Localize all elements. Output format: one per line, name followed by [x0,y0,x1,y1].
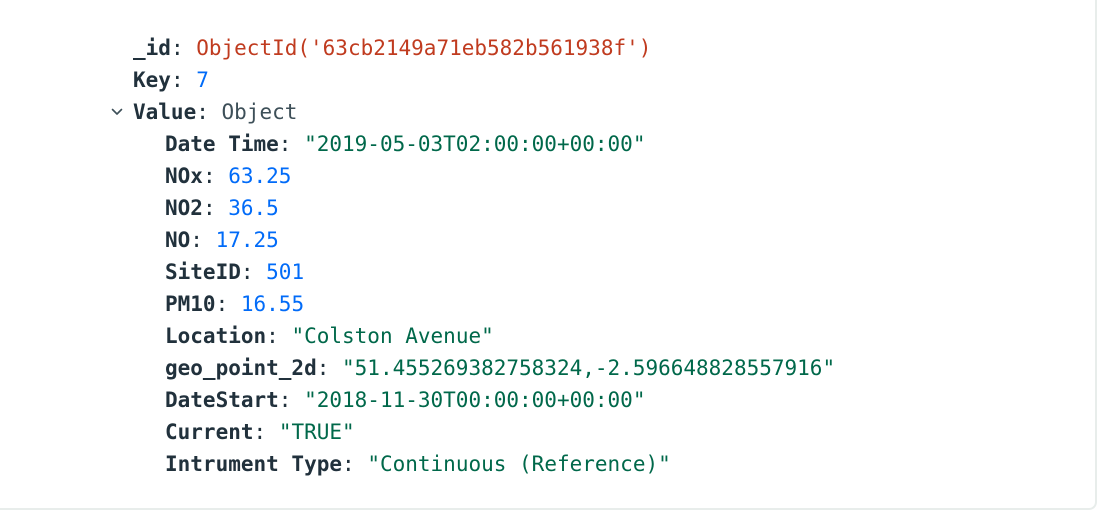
field-value-number: 16.55 [240,292,305,316]
nested-field[interactable]: Current: "TRUE" [0,416,1095,448]
field-value-string: "2018-11-30T00:00:00+00:00" [304,388,646,412]
object-children: Date Time: "2019-05-03T02:00:00+00:00" NO… [0,128,1095,480]
chevron-down-icon[interactable] [108,96,126,128]
nested-field[interactable]: Intrument Type: "Continuous (Reference)" [0,448,1095,480]
nested-field[interactable]: Location: "Colston Avenue" [0,320,1095,352]
field-key: geo_point_2d [165,356,317,380]
field-key: SiteID [165,260,241,284]
document-fields: _id: ObjectId('63cb2149a71eb582b561938f'… [0,32,1095,480]
nested-field[interactable]: NOx: 63.25 [0,160,1095,192]
field-key: DateStart [165,388,279,412]
field-key: NO [165,228,191,252]
field-value-number: 36.5 [228,196,279,220]
field-key: NO2 [165,196,203,220]
field-id[interactable]: _id: ObjectId('63cb2149a71eb582b561938f'… [0,32,1095,64]
field-value-number: 7 [196,68,209,92]
field-key: Intrument Type [165,452,343,476]
field-key: Date Time [165,132,279,156]
field-value-number: 63.25 [228,164,292,188]
nested-field[interactable]: NO: 17.25 [0,224,1095,256]
nested-field[interactable]: SiteID: 501 [0,256,1095,288]
nested-field[interactable]: NO2: 36.5 [0,192,1095,224]
field-value-number: 17.25 [215,228,279,252]
field-type-label: Object [221,100,298,124]
field-key: Location [165,324,267,348]
field-value-object[interactable]: Value: Object [0,96,1095,128]
field-value-number: 501 [266,260,305,284]
field-key-row[interactable]: Key: 7 [0,64,1095,96]
field-key: PM10 [165,292,216,316]
field-value-string: "51.455269382758324,-2.596648828557916" [342,356,836,380]
document-card: _id: ObjectId('63cb2149a71eb582b561938f'… [0,0,1097,510]
field-key: Key [133,68,171,92]
field-value-string: "TRUE" [278,420,355,444]
nested-field[interactable]: geo_point_2d: "51.455269382758324,-2.596… [0,352,1095,384]
field-value-objectid: ObjectId('63cb2149a71eb582b561938f') [196,36,652,60]
nested-field[interactable]: DateStart: "2018-11-30T00:00:00+00:00" [0,384,1095,416]
field-value-string: "Colston Avenue" [291,324,494,348]
nested-field[interactable]: PM10: 16.55 [0,288,1095,320]
field-key: _id [133,36,171,60]
field-key: Current [165,420,254,444]
field-value-string: "Continuous (Reference)" [367,452,671,476]
nested-field[interactable]: Date Time: "2019-05-03T02:00:00+00:00" [0,128,1095,160]
field-key: NOx [165,164,203,188]
field-value-string: "2019-05-03T02:00:00+00:00" [304,132,646,156]
field-key: Value [133,100,197,124]
